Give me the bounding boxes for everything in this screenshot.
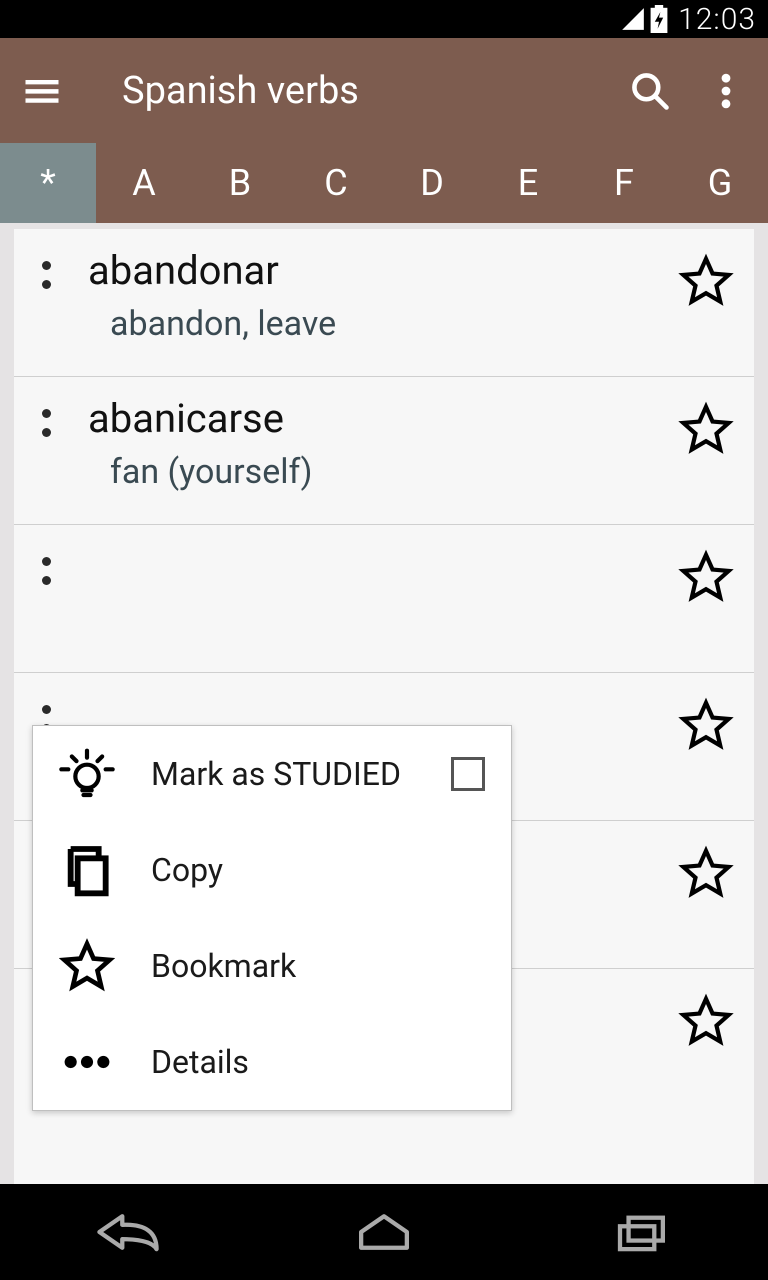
nav-recents-button[interactable] [580,1202,700,1262]
lightbulb-icon [59,746,115,802]
content-area: abandonar abandon, leave abanicarse fan … [0,223,768,1184]
bookmark-toggle[interactable] [678,697,734,753]
verb-gloss: fan (yourself) [110,452,666,492]
tab-e[interactable]: E [480,143,576,223]
search-icon [628,69,672,113]
status-time: 12:03 [678,2,756,37]
menu-button[interactable] [18,67,66,115]
menu-label: Bookmark [151,947,485,985]
bookmark-toggle[interactable] [678,549,734,605]
menu-bookmark[interactable]: Bookmark [33,918,511,1014]
hamburger-icon [20,69,64,113]
more-vert-icon [704,69,748,113]
menu-copy[interactable]: Copy [33,822,511,918]
star-outline-icon [678,401,734,457]
menu-details[interactable]: Details [33,1014,511,1110]
system-nav-bar [0,1184,768,1280]
back-icon [93,1212,163,1252]
star-outline-icon [678,549,734,605]
verb-word: abandonar [88,247,666,294]
status-bar: 12:03 [0,0,768,38]
search-button[interactable] [626,67,674,115]
bookmark-toggle[interactable] [678,401,734,457]
star-outline-icon [678,993,734,1049]
item-menu-button[interactable] [32,261,60,289]
recents-icon [610,1212,670,1252]
app-bar: Spanish verbs [0,38,768,143]
menu-label: Copy [151,851,485,889]
overflow-button[interactable] [702,67,750,115]
page-title: Spanish verbs [122,69,598,113]
home-icon [354,1212,414,1252]
nav-home-button[interactable] [324,1202,444,1262]
list-item[interactable] [14,525,754,673]
bookmark-toggle[interactable] [678,993,734,1049]
battery-charging-icon [650,5,668,33]
star-outline-icon [678,845,734,901]
tab-d[interactable]: D [384,143,480,223]
signal-icon [620,6,646,32]
verb-word: abanicarse [88,395,666,442]
studied-checkbox[interactable] [451,757,485,791]
bookmark-toggle[interactable] [678,845,734,901]
tab-a[interactable]: A [96,143,192,223]
tab-c[interactable]: C [288,143,384,223]
tab-b[interactable]: B [192,143,288,223]
item-menu-button[interactable] [32,557,60,585]
tab-g[interactable]: G [672,143,768,223]
nav-back-button[interactable] [68,1202,188,1262]
copy-icon [59,842,115,898]
verb-gloss: abandon, leave [110,304,666,344]
list-item[interactable]: abanicarse fan (yourself) [14,377,754,525]
tab-all[interactable]: * [0,143,96,223]
menu-label: Details [151,1043,485,1081]
bookmark-toggle[interactable] [678,253,734,309]
menu-mark-studied[interactable]: Mark as STUDIED [33,726,511,822]
item-menu-button[interactable] [32,409,60,437]
star-outline-icon [678,253,734,309]
more-horiz-icon [59,1034,115,1090]
star-outline-icon [59,938,115,994]
menu-label: Mark as STUDIED [151,755,415,793]
list-item[interactable]: abandonar abandon, leave [14,229,754,377]
alpha-tabs: * A B C D E F G [0,143,768,223]
star-outline-icon [678,697,734,753]
tab-f[interactable]: F [576,143,672,223]
context-menu: Mark as STUDIED Copy Bookmark Details [32,725,512,1111]
